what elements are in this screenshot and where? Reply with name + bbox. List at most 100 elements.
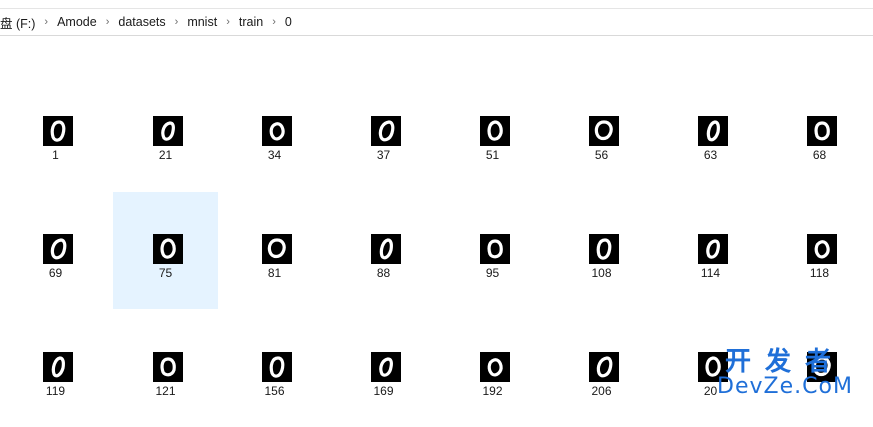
image-thumbnail-icon[interactable] [153, 352, 183, 382]
image-thumbnail-icon[interactable] [589, 116, 619, 146]
image-thumbnail-icon[interactable] [698, 352, 728, 382]
image-thumbnail-icon[interactable] [262, 116, 292, 146]
file-name-label: 75 [158, 266, 173, 280]
handwritten-zero-icon [487, 358, 503, 377]
handwritten-zero-icon [50, 238, 67, 260]
file-item[interactable]: 118 [767, 192, 872, 309]
image-thumbnail-icon[interactable] [371, 352, 401, 382]
breadcrumb-item[interactable]: train [236, 15, 266, 29]
handwritten-zero-icon [269, 122, 285, 141]
file-item[interactable]: 121 [113, 310, 218, 427]
file-name-label: 108 [591, 266, 612, 280]
file-item[interactable]: 206 [549, 310, 654, 427]
image-thumbnail-icon[interactable] [153, 116, 183, 146]
handwritten-zero-icon [487, 239, 503, 259]
handwritten-zero-icon [160, 238, 176, 259]
file-item[interactable]: 114 [658, 192, 763, 309]
breadcrumb-item[interactable]: mnist [184, 15, 220, 29]
breadcrumb-item[interactable]: 0 [282, 15, 295, 29]
file-name-label: 88 [376, 266, 391, 280]
file-name-label: 63 [703, 148, 718, 162]
image-thumbnail-icon[interactable] [807, 116, 837, 146]
breadcrumb-separator-icon[interactable]: › [38, 16, 54, 28]
file-item[interactable]: 69 [3, 192, 108, 309]
handwritten-zero-icon [267, 238, 286, 259]
file-item[interactable]: 51 [440, 74, 545, 191]
file-item[interactable]: 20 [658, 310, 763, 427]
file-name-label: 119 [45, 384, 66, 398]
file-name-label: 34 [267, 148, 282, 162]
breadcrumb-separator-icon[interactable]: › [266, 16, 282, 28]
handwritten-zero-icon [379, 238, 393, 260]
file-name-label: 81 [267, 266, 282, 280]
file-item[interactable]: 63 [658, 74, 763, 191]
handwritten-zero-icon [812, 356, 831, 377]
image-thumbnail-icon[interactable] [589, 234, 619, 264]
breadcrumb-separator-icon[interactable]: › [220, 16, 236, 28]
file-item[interactable]: 21 [113, 74, 218, 191]
breadcrumb-item[interactable]: 盘 (F:) [0, 13, 38, 32]
window-top-edge [0, 0, 873, 9]
breadcrumb-item[interactable]: Amode [54, 15, 100, 29]
file-item[interactable]: 75 [113, 192, 218, 309]
file-item[interactable]: 156 [222, 310, 327, 427]
breadcrumb-separator-icon[interactable]: › [100, 16, 116, 28]
file-item[interactable] [767, 310, 872, 427]
breadcrumb-separator-icon[interactable]: › [169, 16, 185, 28]
handwritten-zero-icon [594, 120, 613, 141]
handwritten-zero-icon [596, 356, 613, 378]
image-thumbnail-icon[interactable] [807, 352, 837, 382]
image-thumbnail-icon[interactable] [262, 352, 292, 382]
file-name-label: 21 [158, 148, 173, 162]
image-thumbnail-icon[interactable] [480, 116, 510, 146]
file-item[interactable]: 95 [440, 192, 545, 309]
image-thumbnail-icon[interactable] [589, 352, 619, 382]
handwritten-zero-icon [814, 240, 830, 259]
file-item[interactable]: 68 [767, 74, 872, 191]
image-thumbnail-icon[interactable] [43, 234, 73, 264]
file-item[interactable]: 108 [549, 192, 654, 309]
handwritten-zero-icon [269, 356, 285, 378]
image-thumbnail-icon[interactable] [43, 352, 73, 382]
handwritten-zero-icon [596, 238, 612, 260]
file-name-label: 69 [48, 266, 63, 280]
image-thumbnail-icon[interactable] [371, 234, 401, 264]
image-thumbnail-icon[interactable] [262, 234, 292, 264]
image-thumbnail-icon[interactable] [480, 352, 510, 382]
file-item[interactable]: 192 [440, 310, 545, 427]
image-thumbnail-icon[interactable] [480, 234, 510, 264]
address-bar-breadcrumb[interactable]: 盘 (F:) › Amode › datasets › mnist › train › 0 [0, 9, 873, 36]
file-item[interactable]: 37 [331, 74, 436, 191]
file-name-label: 51 [485, 148, 500, 162]
image-thumbnail-icon[interactable] [43, 116, 73, 146]
file-item[interactable]: 34 [222, 74, 327, 191]
handwritten-zero-icon [705, 356, 721, 377]
image-thumbnail-icon[interactable] [698, 234, 728, 264]
file-name-label: 1 [52, 148, 59, 162]
file-name-label: 68 [812, 148, 827, 162]
image-thumbnail-icon[interactable] [153, 234, 183, 264]
file-name-label: 56 [594, 148, 609, 162]
handwritten-zero-icon [706, 239, 720, 259]
file-grid: 1 21 34 37 51 56 63 68 69 75 81 88 95 108 114 118 119 121… [0, 36, 873, 411]
file-item[interactable]: 88 [331, 192, 436, 309]
file-item[interactable]: 119 [3, 310, 108, 427]
file-item[interactable]: 169 [331, 310, 436, 427]
file-name-label: 206 [591, 384, 612, 398]
handwritten-zero-icon [51, 356, 65, 378]
image-thumbnail-icon[interactable] [698, 116, 728, 146]
file-item[interactable]: 81 [222, 192, 327, 309]
handwritten-zero-icon [814, 121, 830, 141]
file-name-label: 114 [700, 266, 721, 280]
file-name-label: 118 [809, 266, 830, 280]
handwritten-zero-icon [379, 357, 393, 377]
image-thumbnail-icon[interactable] [371, 116, 401, 146]
file-name-label: 37 [376, 148, 391, 162]
file-item[interactable]: 56 [549, 74, 654, 191]
file-item[interactable]: 1 [3, 74, 108, 191]
handwritten-zero-icon [50, 120, 66, 142]
file-name-label: 20 [703, 384, 718, 398]
image-thumbnail-icon[interactable] [807, 234, 837, 264]
file-name-label: 121 [155, 384, 176, 398]
breadcrumb-item[interactable]: datasets [115, 15, 168, 29]
